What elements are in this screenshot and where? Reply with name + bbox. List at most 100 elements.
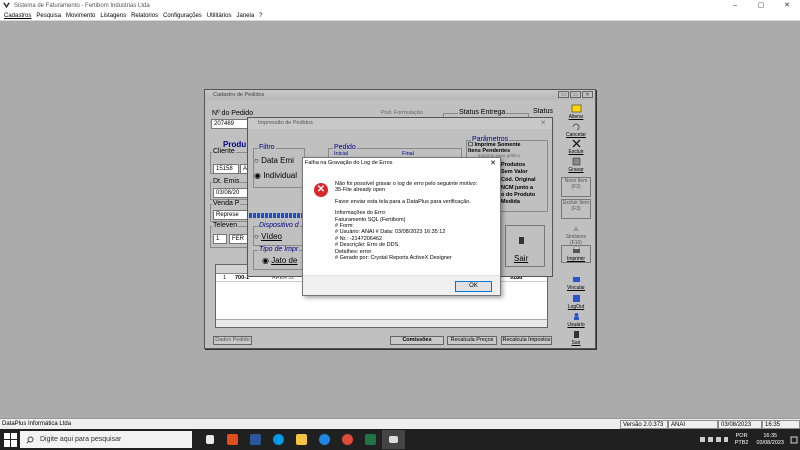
venda-field[interactable]: Represe [213,210,248,220]
chrome-icon[interactable] [336,430,359,449]
jato-radio[interactable]: ◉ Jato de [262,256,297,265]
alterar-button[interactable]: Alterar [561,104,591,120]
sair-impressao-button[interactable]: Sair [505,225,545,267]
menu-listagens[interactable]: Listagens [100,13,126,19]
excluir-button[interactable]: Excluir [561,139,591,155]
dados-pedido-button[interactable]: Dados Pedido [213,336,252,345]
chrome-glyph [342,434,353,445]
user-icon [573,313,579,320]
menu-bar: Cadastros Pesquisa Movimento Listagens R… [0,11,800,21]
maximize-button[interactable]: ▢ [748,0,774,11]
recalcula-precos-button[interactable]: Recalcula Preços [447,336,497,345]
edit-icon [571,104,581,113]
menu-cadastros[interactable]: Cadastros [4,13,31,19]
gravar-button[interactable]: Gravar [561,157,591,173]
ok-button[interactable]: OK [455,281,492,292]
vincular-button[interactable]: Vincular [561,275,591,291]
cancelar-button[interactable]: Cancelar [561,122,591,138]
individual-radio[interactable]: ◉ Individual [254,171,297,180]
printer-icon [572,246,580,253]
usuario-button[interactable]: Usuário [561,312,591,328]
windows-start-icon[interactable] [4,432,18,447]
logout-label: LogOut [567,304,585,310]
data-emissao-radio[interactable]: ○ Data Emi [254,156,294,165]
menu-help[interactable]: ? [259,13,262,19]
dataplus-taskbar-icon[interactable] [382,430,405,449]
televenda-code-field[interactable]: 1 [213,234,227,244]
televenda-name-field[interactable]: FER [229,234,248,244]
excluir-item-label: Excluir Item (F3) [562,200,590,212]
menu-movimento[interactable]: Movimento [66,13,95,19]
similares-button[interactable]: Similares (F10) [561,224,591,246]
dataplus-glyph [389,436,398,443]
filtro-label: Filtro [258,144,276,151]
taskbar-apps [198,430,405,449]
nro-pedido-label: Nº do Pedido [212,110,254,117]
link-icon [572,277,580,282]
menu-relatorios[interactable]: Relatorios [131,13,158,19]
anydesk-icon[interactable] [221,430,244,449]
impressao-close-button[interactable]: ✕ [540,118,546,129]
impressao-titlebar: Impressão de Pedidos ✕ [248,118,552,129]
cod-original-label: Cód. Original [501,177,536,183]
taskbar-search[interactable]: Digite aqui para pesquisar [20,431,192,448]
comissoes-button[interactable]: Comissões [390,336,444,345]
data-emissao-label: Data Emi [261,156,294,165]
x-icon [572,139,580,148]
error-dialog: Falha na Gravação do Log de Erros ✕ ✕ Nã… [302,157,501,296]
menu-pesquisa[interactable]: Pesquisa [36,13,61,19]
word-glyph [250,434,261,445]
excluir-item-button[interactable]: Excluir Item (F3) [561,199,591,219]
error-close-button[interactable]: ✕ [490,158,496,169]
progress-bar [249,213,303,218]
imprimir-button[interactable]: Imprimir [561,245,591,263]
cadastro-close-button[interactable]: ✕ [582,91,593,98]
notification-icon[interactable] [790,436,798,444]
status-date: 03/08/2023 [718,420,762,429]
logout-button[interactable]: LogOut [561,294,591,310]
sair-button[interactable]: Sair [561,330,591,346]
language-indicator[interactable]: POR PTB2 [735,433,749,447]
task-view-icon[interactable] [198,430,221,449]
dt-emissao-label: Dt. Emis [212,178,241,185]
anydesk-glyph [227,434,238,445]
grid-horizontal-scrollbar[interactable] [216,319,547,327]
close-button[interactable]: ✕ [774,0,800,11]
individual-label: Individual [263,171,298,180]
tray-icons[interactable] [699,436,729,444]
cadastro-minimize-button[interactable]: ▭ [558,91,569,98]
sem-valor-label: Sem Valor [501,169,528,175]
undo-icon [572,123,579,131]
minimize-button[interactable]: – [722,0,748,11]
error-footer: OK [303,275,500,295]
vincular-label: Vincular [567,285,585,291]
file-explorer-icon[interactable] [290,430,313,449]
cliente-code-field[interactable]: 15158 [213,164,239,174]
menu-utilitarios[interactable]: Utilitários [207,13,232,19]
excel-icon[interactable] [359,430,382,449]
novo-item-button[interactable]: Novo Item (F2) [561,177,591,197]
menu-configuracoes[interactable]: Configurações [163,13,202,19]
edge-icon[interactable] [313,430,336,449]
app-titlebar: Sistema de Faturamento - Fertibom Indust… [0,0,800,11]
status-label: Status [533,108,553,115]
recalcula-impostos-button[interactable]: Recalcula Impostos [501,336,552,345]
system-tray: POR PTB2 16:35 03/08/2023 [699,429,798,450]
dt-emissao-field[interactable]: 03/08/20 [213,188,248,198]
cliente-label: Cliente [212,148,236,155]
status-user: ANAI [668,420,718,429]
cadastro-window-controls: ▭ ▭ ✕ [558,91,593,98]
menu-janela[interactable]: Janela [236,13,254,19]
similar-icon [572,226,579,231]
skype-icon[interactable] [267,430,290,449]
status-version: Versão 2.0.373 [620,420,668,429]
file-explorer-glyph [296,434,307,445]
clock-time: 16:35 [763,432,778,439]
word-icon[interactable] [244,430,267,449]
taskbar-clock[interactable]: 16:35 03/08/2023 [756,433,784,447]
edge-glyph [319,434,330,445]
task-view-glyph [205,435,214,444]
video-radio[interactable]: ○ Vídeo [254,232,282,241]
gravar-label: Gravar [568,167,584,173]
cadastro-restore-button[interactable]: ▭ [570,91,581,98]
